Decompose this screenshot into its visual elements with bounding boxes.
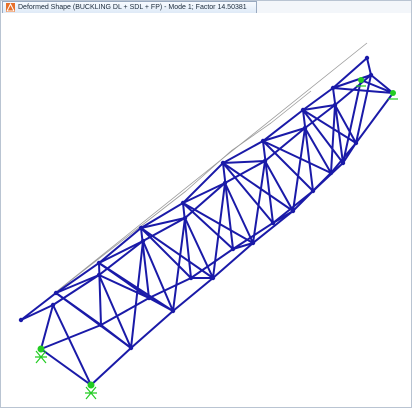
analysis-window: Deformed Shape (BUCKLING DL + SDL + FP) …: [0, 0, 412, 408]
tab-deformed-shape[interactable]: Deformed Shape (BUCKLING DL + SDL + FP) …: [2, 1, 257, 13]
support-left-b-icon: [85, 381, 97, 400]
truss-members: [20, 57, 394, 386]
structure-view-icon: [6, 3, 15, 12]
model-viewport[interactable]: [1, 13, 411, 407]
tab-title: Deformed Shape (BUCKLING DL + SDL + FP) …: [18, 4, 247, 11]
